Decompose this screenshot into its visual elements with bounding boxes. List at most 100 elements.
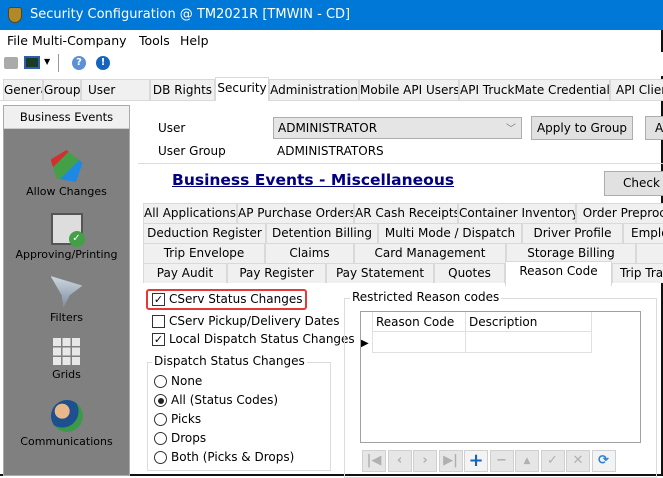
check-all-button[interactable]: Check A bbox=[604, 171, 663, 196]
tab-mobile-api-users[interactable]: Mobile API Users bbox=[359, 79, 459, 100]
toolbar: ▼ ? ! bbox=[0, 52, 663, 76]
monitor-icon[interactable] bbox=[24, 56, 40, 69]
local-dispatch-status-label: Local Dispatch Status Changes bbox=[169, 332, 355, 346]
subtab-pay-register[interactable]: Pay Register bbox=[227, 263, 326, 283]
delete-button[interactable]: − bbox=[489, 450, 514, 472]
subtab-card-management[interactable]: Card Management bbox=[354, 243, 506, 263]
main-tabs: General Group User DB Rights Security Ad… bbox=[0, 77, 663, 101]
sidebar-item-allow-changes[interactable]: Allow Changes bbox=[4, 150, 129, 198]
subtab-trip-envelope[interactable]: Trip Envelope bbox=[143, 243, 265, 263]
chevron-down-icon: ﹀ bbox=[506, 124, 516, 135]
subtab-reason-code[interactable]: Reason Code bbox=[505, 261, 612, 286]
first-button[interactable]: |◀ bbox=[362, 450, 386, 472]
sidebar: Business Events Allow Changes ✓ Approvin… bbox=[3, 105, 130, 476]
tab-db-rights[interactable]: DB Rights bbox=[150, 79, 215, 100]
radio-both-picks-drops[interactable] bbox=[154, 451, 167, 464]
local-dispatch-status-checkbox[interactable]: ✓ bbox=[152, 333, 165, 346]
subtab-storage-billing[interactable]: Storage Billing bbox=[506, 243, 636, 263]
printer-icon[interactable] bbox=[4, 57, 18, 69]
user-group-value: ADMINISTRATORS bbox=[277, 144, 384, 158]
tab-api-truckmate-credentials[interactable]: API TruckMate Credentials bbox=[459, 79, 610, 100]
subtab-driver-profile[interactable]: Driver Profile bbox=[522, 223, 623, 243]
current-row-icon: ▶ bbox=[361, 338, 369, 349]
sidebar-item-filters[interactable]: Filters bbox=[4, 276, 129, 324]
subtab-all-applications[interactable]: All Applications bbox=[143, 203, 237, 223]
subtab-quotes[interactable]: Quotes bbox=[434, 263, 505, 283]
refresh-button[interactable]: ⟳ bbox=[591, 450, 616, 472]
subtab-ap-purchase-orders[interactable]: AP Purchase Orders bbox=[237, 203, 354, 223]
funnel-icon bbox=[50, 276, 83, 308]
radio-all-status-codes[interactable] bbox=[154, 394, 167, 407]
apply-to-group-button[interactable]: Apply to Group bbox=[531, 116, 633, 140]
sidebar-item-communications[interactable]: Communications bbox=[4, 400, 129, 448]
subtab-multi-mode-dispatch[interactable]: Multi Mode / Dispatch bbox=[378, 223, 522, 243]
user-group-label: User Group bbox=[158, 144, 226, 158]
subtab-container-inventory[interactable]: Container Inventory bbox=[458, 203, 576, 223]
radio-label-all-status-codes: All (Status Codes) bbox=[171, 393, 279, 407]
user-label: User bbox=[158, 121, 186, 135]
cserv-status-changes-checkbox[interactable]: ✓ bbox=[152, 293, 165, 306]
tab-general[interactable]: General bbox=[3, 79, 43, 100]
allow-changes-icon bbox=[50, 150, 83, 182]
subtab-order-preproce[interactable]: Order Preproce bbox=[576, 203, 663, 223]
menu-help[interactable]: Help bbox=[180, 33, 209, 48]
divider bbox=[138, 163, 663, 164]
user-combobox-value: ADMINISTRATOR bbox=[278, 121, 378, 135]
radio-picks[interactable] bbox=[154, 413, 167, 426]
grid-icon bbox=[53, 338, 80, 365]
last-button[interactable]: ▶| bbox=[438, 450, 463, 472]
app-badge-icon bbox=[8, 7, 22, 23]
radio-none[interactable] bbox=[154, 375, 167, 388]
user-combobox[interactable]: ADMINISTRATOR ﹀ bbox=[273, 117, 522, 139]
cserv-pickup-delivery-checkbox[interactable] bbox=[152, 315, 165, 328]
post-button[interactable]: ✓ bbox=[540, 450, 565, 472]
title-bar: Security Configuration @ TM2021R [TMWIN … bbox=[0, 0, 663, 30]
menu-multi-company[interactable]: Multi-Company bbox=[32, 33, 127, 48]
subtab-detention-billing[interactable]: Detention Billing bbox=[266, 223, 378, 243]
cserv-status-changes-label: CServ Status Changes bbox=[169, 292, 303, 306]
sidebar-item-grids[interactable]: Grids bbox=[4, 338, 129, 381]
user-globe-icon bbox=[50, 400, 83, 432]
next-button[interactable]: › bbox=[413, 450, 437, 472]
sidebar-item-approving-printing[interactable]: ✓ Approving/Printing bbox=[4, 213, 129, 261]
tab-administration[interactable]: Administration bbox=[269, 79, 359, 100]
radio-label-drops: Drops bbox=[171, 431, 207, 445]
up-button[interactable]: ▲ bbox=[515, 450, 539, 472]
subtab-claims[interactable]: Claims bbox=[265, 243, 354, 263]
tab-group[interactable]: Group bbox=[43, 79, 81, 100]
subtab-ar-cash-receipts[interactable]: AR Cash Receipts bbox=[354, 203, 458, 223]
tab-api-clients[interactable]: API Clien bbox=[610, 79, 663, 100]
column-header-reason-code[interactable]: Reason Code bbox=[373, 312, 466, 332]
cserv-pickup-delivery-label: CServ Pickup/Delivery Dates bbox=[169, 314, 340, 328]
tab-security[interactable]: Security bbox=[215, 77, 269, 101]
radio-drops[interactable] bbox=[154, 432, 167, 445]
restricted-reason-title: Restricted Reason codes bbox=[350, 290, 502, 304]
subtab-pay-audit[interactable]: Pay Audit bbox=[143, 263, 227, 283]
column-header-description[interactable]: Description bbox=[466, 312, 592, 332]
menu-file[interactable]: File bbox=[7, 33, 28, 48]
add-button[interactable]: + bbox=[464, 450, 488, 472]
subtab-pay-statement[interactable]: Pay Statement bbox=[326, 263, 434, 283]
subtab-blank[interactable] bbox=[636, 243, 663, 263]
apply-all-button[interactable]: A bbox=[645, 116, 663, 140]
subtab-emplo[interactable]: Emplo bbox=[623, 223, 663, 243]
subtab-trip-tra[interactable]: Trip Tra bbox=[612, 263, 663, 283]
radio-label-none: None bbox=[171, 374, 203, 388]
section-title: Business Events - Miscellaneous bbox=[172, 171, 455, 189]
menu-tools[interactable]: Tools bbox=[139, 33, 170, 48]
prev-button[interactable]: ‹ bbox=[387, 450, 412, 472]
window-title: Security Configuration @ TM2021R [TMWIN … bbox=[30, 7, 351, 22]
help-icon[interactable]: ? bbox=[72, 56, 86, 70]
sidebar-header[interactable]: Business Events bbox=[4, 106, 129, 129]
dispatch-status-title: Dispatch Status Changes bbox=[152, 354, 307, 368]
menu-bar: File Multi-Company Tools Help bbox=[0, 30, 663, 51]
table-row[interactable] bbox=[373, 332, 592, 353]
cancel-button[interactable]: ✕ bbox=[566, 450, 590, 472]
toolbar-separator bbox=[58, 54, 59, 72]
subtab-deduction-register[interactable]: Deduction Register bbox=[143, 223, 266, 243]
reason-code-grid[interactable]: ▶ Reason Code Description bbox=[360, 311, 641, 443]
dropdown-icon[interactable]: ▼ bbox=[44, 57, 50, 66]
info-icon[interactable]: ! bbox=[96, 56, 110, 70]
radio-label-picks: Picks bbox=[171, 412, 202, 426]
tab-user[interactable]: User bbox=[81, 79, 150, 100]
